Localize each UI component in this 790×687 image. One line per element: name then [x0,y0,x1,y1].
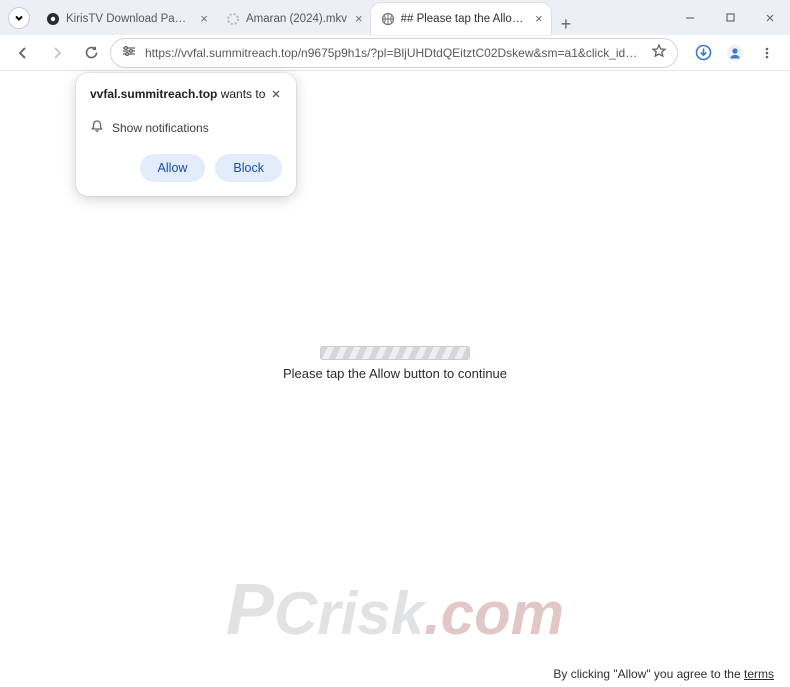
back-button[interactable] [8,38,38,68]
footer-prefix: By clicking "Allow" you agree to the [553,667,744,681]
chevron-down-icon [14,13,24,23]
site-settings-icon[interactable] [121,44,137,61]
viewport: vvfal.summitreach.top wants to Show noti… [0,71,790,687]
tab-label: Amaran (2024).mkv [246,13,347,25]
tab-label: ## Please tap the Allow button [401,13,527,25]
favicon-dot-icon [46,12,60,26]
permission-suffix: wants to [217,87,265,101]
notification-permission-popup: vvfal.summitreach.top wants to Show noti… [76,73,296,196]
terms-link[interactable]: terms [744,667,774,681]
loading-spinner-icon [226,12,240,26]
minimize-button[interactable] [670,2,710,34]
menu-button[interactable] [752,38,782,68]
block-button[interactable]: Block [215,154,282,182]
tab-close-button[interactable]: × [533,11,545,26]
download-button[interactable] [688,38,718,68]
watermark-tld: .com [424,580,564,647]
reload-button[interactable] [76,38,106,68]
permission-close-button[interactable] [270,87,282,103]
close-window-button[interactable] [750,2,790,34]
footer-text: By clicking "Allow" you agree to the ter… [553,667,774,681]
tab-close-button[interactable]: × [198,11,210,26]
tab-label: KirisTV Download Page — Kiris [66,13,192,25]
tab-1[interactable]: KirisTV Download Page — Kiris × [36,3,216,35]
permission-site: vvfal.summitreach.top [90,87,217,101]
window-controls [670,2,790,34]
page-main: Please tap the Allow button to continue [0,346,790,381]
profile-dropdown[interactable] [8,7,30,29]
watermark-logo: PCrisk.com [226,569,564,651]
address-bar[interactable]: https://vvfal.summitreach.top/n9675p9h1s… [110,38,678,68]
fake-loading-bar [320,346,470,360]
tab-close-button[interactable]: × [353,11,365,26]
watermark-risk: risk [317,580,424,647]
watermark-p: P [226,570,274,650]
new-tab-button[interactable]: + [551,14,582,35]
titlebar: KirisTV Download Page — Kiris × Amaran (… [0,0,790,35]
page-message: Please tap the Allow button to continue [283,366,507,381]
toolbar: https://vvfal.summitreach.top/n9675p9h1s… [0,35,790,71]
url-text: https://vvfal.summitreach.top/n9675p9h1s… [145,46,643,60]
forward-button[interactable] [42,38,72,68]
permission-line: Show notifications [112,121,209,135]
allow-button[interactable]: Allow [140,154,206,182]
tab-3-active[interactable]: ## Please tap the Allow button × [371,3,551,35]
bookmark-star-icon[interactable] [651,43,667,62]
account-button[interactable] [720,38,750,68]
toolbar-right [688,38,782,68]
globe-icon [381,12,395,26]
permission-title: vvfal.summitreach.top wants to [90,87,265,101]
maximize-button[interactable] [710,2,750,34]
watermark-c: C [274,580,317,647]
tab-2[interactable]: Amaran (2024).mkv × [216,3,371,35]
bell-icon [90,119,104,136]
tab-strip: KirisTV Download Page — Kiris × Amaran (… [36,1,670,35]
